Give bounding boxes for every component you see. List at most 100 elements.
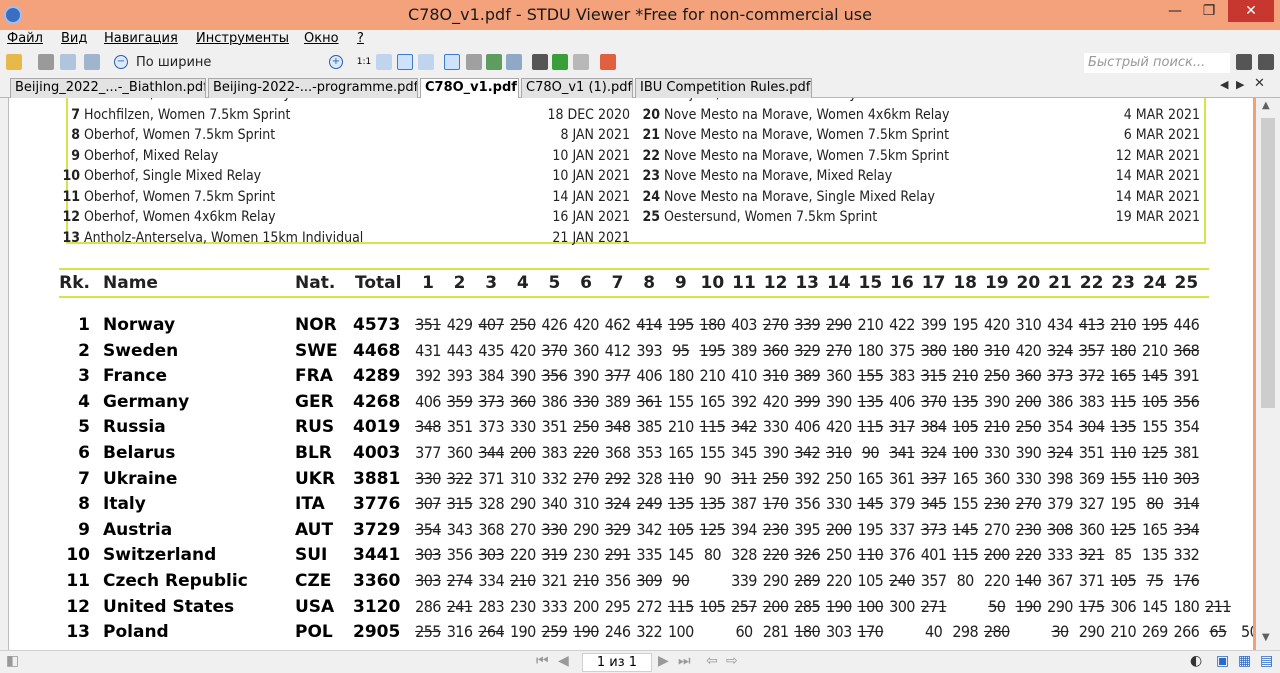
score-cell: 75 (1146, 571, 1164, 590)
next-page-icon[interactable]: ▶ (658, 653, 669, 669)
score-cell: 135 (667, 494, 694, 514)
score-cell: 371 (1078, 571, 1105, 590)
vertical-scrollbar[interactable]: ▲ ▼ (1256, 98, 1280, 650)
event-name: Nove Mesto na Morave, Single Mixed Relay (664, 188, 935, 205)
score-cell: 165 (1141, 519, 1168, 539)
maximize-button[interactable]: ❐ (1192, 0, 1226, 22)
actual-size-icon[interactable]: 1:1 (356, 54, 372, 70)
scroll-up-icon[interactable]: ▲ (1262, 100, 1270, 111)
minimize-button[interactable]: — (1158, 0, 1192, 22)
score-cell: 220 (509, 545, 536, 565)
find-icon[interactable] (532, 54, 548, 70)
history-forward-icon[interactable]: ⇨ (726, 653, 738, 669)
select-text-icon[interactable] (466, 54, 482, 70)
score-cell: 330 (415, 468, 441, 488)
score-cell: 357 (1078, 340, 1105, 360)
tab-ibu-rules[interactable]: IBU Competition Rules.pdf (635, 78, 812, 98)
two-page-icon[interactable]: ▦ (1238, 653, 1251, 669)
scroll-down-icon[interactable]: ▼ (1262, 632, 1270, 643)
menu-navigation[interactable]: Навигация (104, 31, 178, 46)
score-cell: 303 (478, 545, 505, 565)
score-cell: 180 (794, 622, 821, 642)
score-cell: 303 (415, 571, 441, 590)
score-cell: 289 (794, 571, 821, 590)
export-icon[interactable] (84, 54, 100, 70)
find-next-icon[interactable] (552, 54, 568, 70)
event-number: 10 (62, 168, 80, 184)
close-tab-icon[interactable]: ✕ (1254, 76, 1265, 91)
score-cell: 180 (667, 366, 694, 386)
history-back-icon[interactable]: ⇦ (706, 653, 718, 669)
event-item: 10 Oberhof, Single Mixed Relay 10 JAN 2021 (60, 168, 630, 188)
menu-help[interactable]: ? (357, 31, 364, 46)
score-cell: 387 (731, 494, 757, 514)
score-cell: 360 (1015, 366, 1042, 386)
first-page-icon[interactable]: ⏮ (536, 653, 549, 669)
document-view[interactable]: 6 Hochfilzen, Women 4x6km Relay 12 DEC 202… (8, 98, 1253, 650)
hand-tool-icon[interactable] (444, 54, 460, 70)
score-cell: 230 (983, 494, 1010, 514)
night-mode-icon[interactable]: ◐ (1190, 653, 1202, 669)
score-cell: 337 (889, 519, 915, 539)
table-header: Rk. Name Nat. Total 1 2 3 4 5 6 7 8 9 10 11 12 13 14 15 16 1… (59, 268, 1209, 298)
left-panel-strip[interactable] (0, 98, 8, 650)
close-button[interactable]: ✕ (1228, 0, 1274, 22)
score-cell: 135 (952, 391, 979, 411)
zoom-in-icon[interactable]: + (329, 55, 343, 69)
name-cell: Russia (103, 417, 166, 438)
event-item: 13 Antholz-Anterselva, Women 15km Individ… (60, 230, 630, 250)
score-cell: 380 (920, 340, 947, 360)
score-cell: 40 (925, 622, 943, 642)
header-event-col: 25 (1174, 273, 1199, 293)
open-folder-icon[interactable] (6, 54, 22, 70)
bookmark-icon[interactable] (600, 54, 616, 70)
score-cell: 344 (478, 443, 505, 462)
score-cell: 170 (762, 494, 789, 514)
panel-toggle-icon[interactable]: ◧ (6, 653, 19, 669)
header-event-col: 5 (548, 273, 561, 293)
tab-scroll-left-icon[interactable]: ◀ (1220, 78, 1228, 91)
event-name: Nove Mesto na Morave, Mixed Relay (664, 168, 893, 184)
tab-beijing-biathlon[interactable]: Beijing_2022_...-_Biathlon.pdf (10, 78, 206, 98)
score-cell: 384 (920, 417, 947, 437)
last-page-icon[interactable]: ⏭ (678, 653, 691, 669)
score-cell: 310 (1015, 315, 1042, 334)
tab-beijing-programme[interactable]: Beijing-2022-...-programme.pdf (208, 78, 418, 98)
menu-file[interactable]: Файл (7, 31, 43, 46)
score-cell: 290 (1047, 596, 1073, 616)
menu-tools[interactable]: Инструменты (196, 31, 289, 46)
fit-page-icon[interactable] (376, 54, 392, 70)
quick-search-input[interactable]: Быстрый поиск... (1084, 53, 1230, 73)
menu-view[interactable]: Вид (61, 31, 87, 46)
scrollbar-thumb[interactable] (1261, 118, 1275, 408)
search-icon[interactable] (1236, 54, 1252, 70)
score-cell: 348 (415, 417, 441, 437)
zoom-select[interactable]: По ширине (116, 53, 336, 73)
header-event-col: 2 (453, 273, 466, 293)
select-image-icon[interactable] (486, 54, 502, 70)
score-cell: 105 (1141, 391, 1168, 411)
tab-c78o-v1[interactable]: C78O_v1.pdf (420, 78, 519, 99)
copy-pages-icon[interactable] (60, 54, 76, 70)
page-indicator[interactable]: 1 из 1 (582, 653, 652, 672)
score-cell: 311 (731, 468, 757, 488)
single-page-icon[interactable]: ▣ (1216, 653, 1229, 669)
print-icon[interactable] (38, 54, 54, 70)
score-cell: 180 (699, 315, 726, 334)
name-cell: Ukraine (103, 468, 178, 489)
fit-height-icon[interactable] (418, 54, 434, 70)
continuous-icon[interactable]: ▤ (1260, 653, 1273, 669)
fit-width-icon[interactable] (397, 54, 413, 70)
tab-scroll-right-icon[interactable]: ▶ (1236, 78, 1244, 91)
snapshot-icon[interactable] (506, 54, 522, 70)
tab-c78o-v1-1[interactable]: C78O_v1 (1).pdf (521, 78, 633, 98)
score-cell: 339 (794, 315, 821, 334)
find-all-icon[interactable] (573, 54, 589, 70)
score-cell: 351 (541, 417, 568, 437)
score-cell: 230 (573, 545, 599, 565)
menu-window[interactable]: Окно (304, 31, 339, 46)
event-date: 14 MAR 2021 (1115, 188, 1200, 205)
prev-page-icon[interactable]: ◀ (558, 653, 569, 669)
search-options-icon[interactable] (1258, 54, 1274, 70)
score-cell: 356 (446, 545, 473, 565)
